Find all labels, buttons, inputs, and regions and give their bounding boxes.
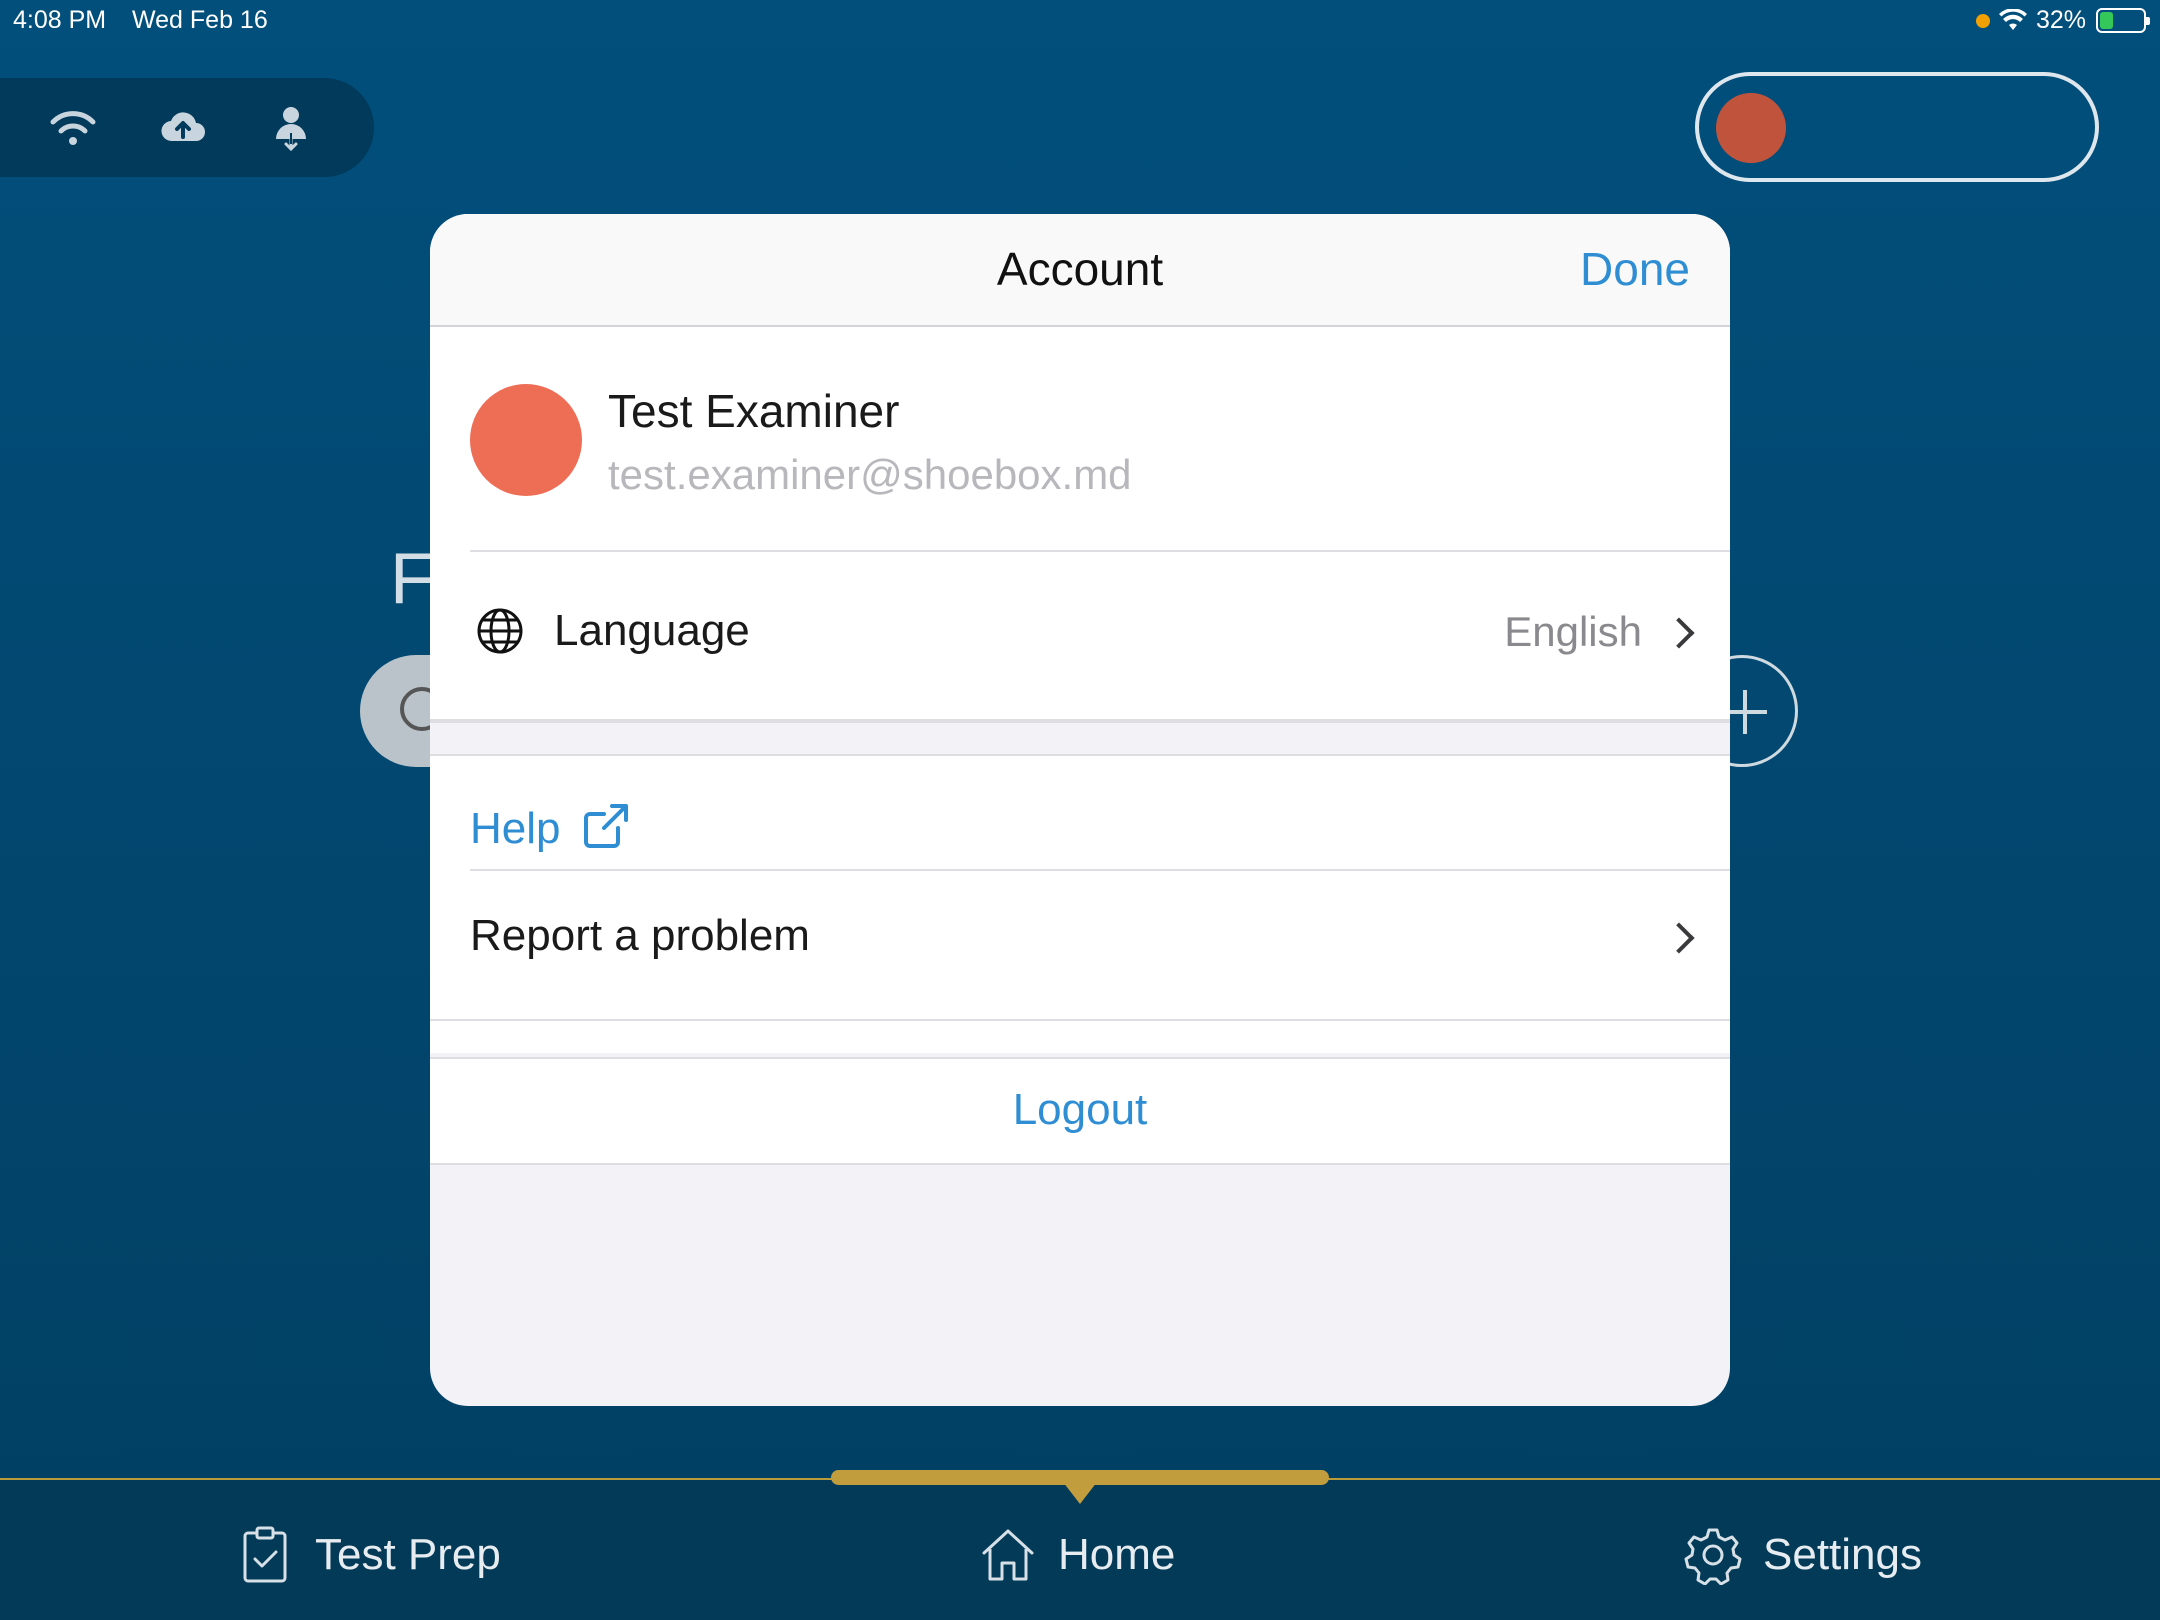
status-indicators: 32% — [1975, 6, 2150, 35]
status-bar: 4:08 PM Wed Feb 16 32% — [0, 0, 2160, 40]
home-icon — [982, 1529, 1034, 1581]
tab-label: Settings — [1763, 1530, 1922, 1579]
tab-test-prep[interactable]: Test Prep — [235, 1510, 501, 1600]
battery-icon — [2096, 8, 2150, 33]
cloud-upload-icon — [161, 112, 205, 142]
battery-level — [2100, 12, 2113, 29]
section-separator — [430, 719, 1730, 756]
clipboard-check-icon — [243, 1526, 287, 1583]
avatar — [1716, 93, 1786, 163]
status-time: 4:08 PM — [13, 6, 107, 34]
account-toggle-pill[interactable] — [1695, 72, 2099, 182]
active-tab-indicator-tip — [1063, 1482, 1097, 1504]
account-modal: Account Done Test Examiner test.examiner… — [430, 214, 1730, 1406]
status-date: Wed Feb 16 — [132, 6, 268, 34]
modal-title: Account — [996, 243, 1164, 295]
chevron-right-icon — [1663, 617, 1695, 649]
report-problem-label: Report a problem — [470, 911, 810, 960]
tab-label: Home — [1058, 1530, 1176, 1579]
profile-email: test.examiner@shoebox.md — [608, 451, 1132, 498]
modal-header: Account Done — [430, 214, 1730, 327]
language-label: Language — [554, 606, 750, 655]
logout-button[interactable]: Logout — [430, 1059, 1730, 1163]
tab-settings[interactable]: Settings — [1683, 1510, 1922, 1600]
language-value: English — [1504, 608, 1642, 655]
help-link: Help — [470, 804, 561, 853]
logout-label: Logout — [1012, 1085, 1148, 1134]
chevron-right-icon — [1663, 922, 1695, 954]
divider — [430, 1163, 1730, 1165]
report-problem-row[interactable]: Report a problem — [430, 871, 1730, 1019]
done-button[interactable]: Done — [1580, 242, 1690, 296]
divider — [430, 1019, 1730, 1021]
recording-indicator-icon — [1975, 13, 1990, 28]
gear-icon — [1684, 1528, 1742, 1585]
profile-avatar — [470, 384, 582, 496]
wifi-icon — [50, 111, 96, 145]
wifi-status-icon — [1998, 8, 2027, 30]
battery-percent: 32% — [2035, 6, 2086, 34]
connectivity-status-pill[interactable] — [0, 78, 374, 177]
profile-name: Test Examiner — [608, 385, 900, 437]
tab-home[interactable]: Home — [978, 1510, 1175, 1600]
user-sync-icon — [276, 107, 306, 152]
external-link-icon — [584, 804, 628, 848]
background-heading-fragment: F — [390, 539, 434, 619]
globe-icon — [477, 608, 523, 654]
tab-label: Test Prep — [315, 1530, 501, 1579]
